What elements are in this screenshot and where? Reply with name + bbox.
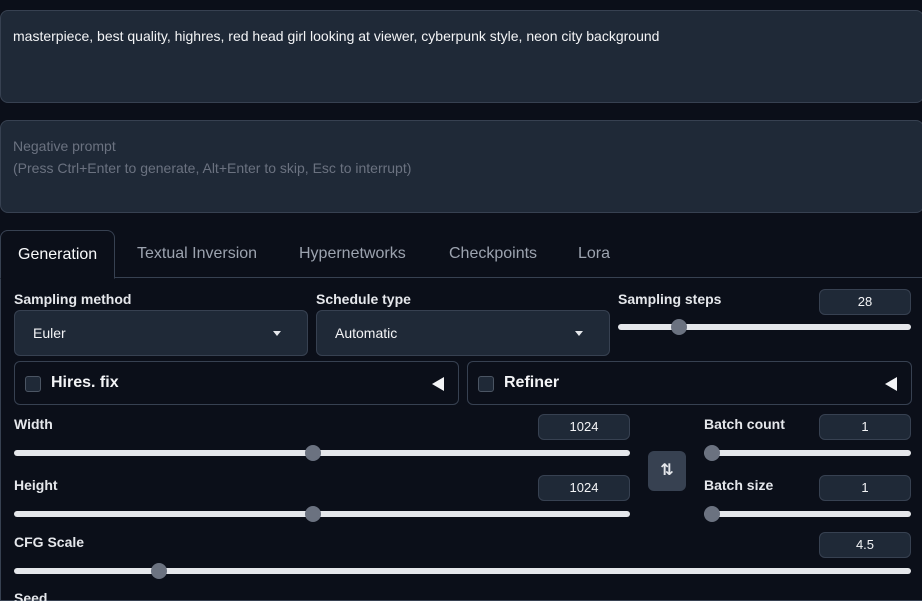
tab-bar: Generation Textual Inversion Hypernetwor… [0,230,922,279]
negative-prompt-placeholder: Negative prompt [13,138,116,154]
slider-track [704,511,911,517]
chevron-down-icon [575,331,583,336]
collapse-triangle-icon[interactable] [432,377,444,391]
chevron-down-icon [273,331,281,336]
height-slider[interactable] [14,505,630,523]
negative-prompt-textarea[interactable]: Negative prompt (Press Ctrl+Enter to gen… [0,120,922,213]
width-label: Width [14,416,53,432]
refiner-accordion[interactable]: Refiner [467,361,912,405]
slider-thumb[interactable] [704,506,720,522]
slider-thumb[interactable] [305,506,321,522]
hires-fix-label: Hires. fix [51,374,119,391]
batch-count-input[interactable]: 1 [819,414,911,440]
schedule-type-label: Schedule type [316,291,411,307]
cfg-scale-label: CFG Scale [14,534,85,550]
width-slider[interactable] [14,444,630,462]
tab-hypernetworks[interactable]: Hypernetworks [299,230,406,278]
width-input[interactable]: 1024 [538,414,630,440]
sampling-steps-slider[interactable] [618,318,911,336]
swap-dimensions-button[interactable]: ⇅ [648,451,686,491]
batch-count-slider[interactable] [704,444,911,462]
refiner-label: Refiner [504,374,560,391]
tab-textual-inversion[interactable]: Textual Inversion [137,230,257,278]
batch-count-label: Batch count [704,416,785,432]
prompt-text: masterpiece, best quality, highres, red … [13,28,660,44]
slider-thumb[interactable] [150,563,167,579]
slider-track [14,511,630,517]
hires-fix-accordion[interactable]: Hires. fix [14,361,459,405]
sampling-method-label: Sampling method [14,291,132,307]
refiner-checkbox[interactable] [478,376,494,392]
sampling-steps-label: Sampling steps [618,291,722,307]
cfg-scale-slider[interactable] [14,562,911,580]
swap-vertical-icon: ⇅ [660,462,674,479]
negative-prompt-hint: (Press Ctrl+Enter to generate, Alt+Enter… [13,160,412,176]
height-input[interactable]: 1024 [538,475,630,501]
batch-size-slider[interactable] [704,505,911,523]
collapse-triangle-icon[interactable] [885,377,897,391]
sampling-method-value: Euler [33,325,66,341]
prompt-textarea[interactable]: masterpiece, best quality, highres, red … [0,10,922,103]
slider-track [704,450,911,456]
schedule-type-dropdown[interactable]: Automatic [316,310,610,356]
slider-track [14,450,630,456]
batch-size-input[interactable]: 1 [819,475,911,501]
height-label: Height [14,477,58,493]
batch-size-label: Batch size [704,477,774,493]
sampling-method-dropdown[interactable]: Euler [14,310,308,356]
tab-lora[interactable]: Lora [578,230,610,278]
slider-thumb[interactable] [670,319,687,335]
slider-track [618,324,911,330]
tab-checkpoints[interactable]: Checkpoints [449,230,537,278]
sampling-steps-input[interactable]: 28 [819,289,911,315]
seed-label: Seed [14,590,48,601]
cfg-scale-input[interactable]: 4.5 [819,532,911,558]
schedule-type-value: Automatic [335,325,398,341]
slider-thumb[interactable] [305,445,321,461]
tab-generation[interactable]: Generation [0,230,116,279]
slider-track [14,568,911,574]
hires-fix-checkbox[interactable] [25,376,41,392]
slider-thumb[interactable] [704,445,720,461]
